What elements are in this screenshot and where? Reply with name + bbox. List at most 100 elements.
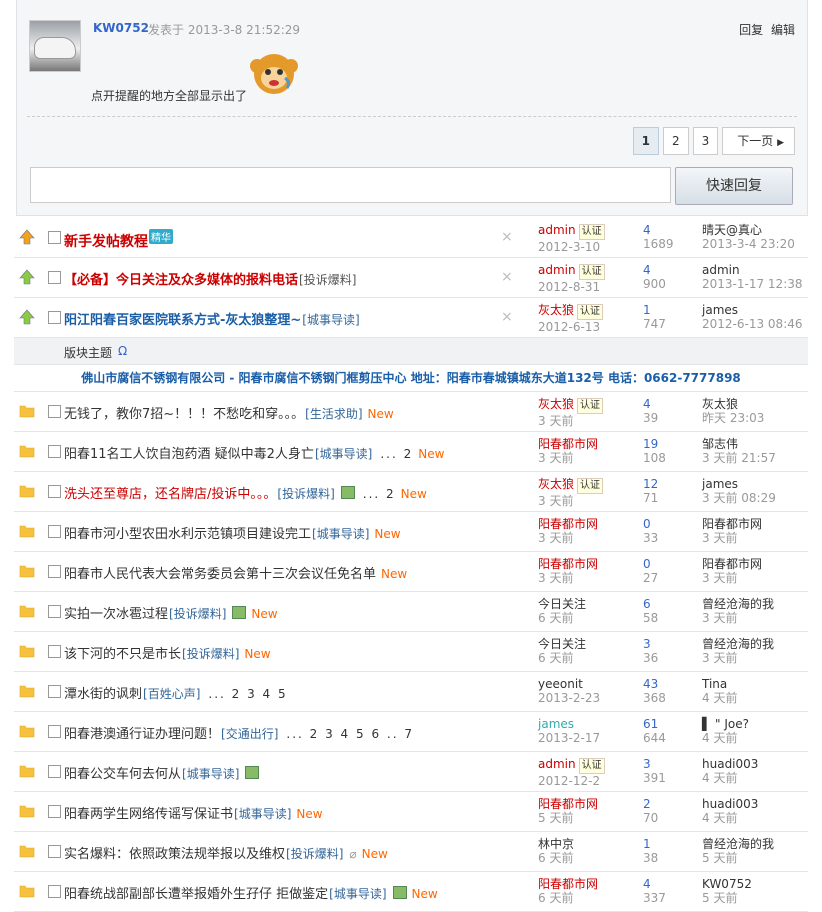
refresh-icon[interactable]: Ω	[118, 344, 127, 358]
author-name[interactable]: 灰太狼	[538, 397, 574, 411]
post-author[interactable]: KW0752	[93, 21, 149, 35]
next-page-button[interactable]: 下一页 ▶	[722, 127, 795, 155]
thread-type-link[interactable]: [交通出行]	[221, 727, 278, 741]
reply-count[interactable]: 1	[643, 303, 651, 317]
row-checkbox[interactable]	[48, 525, 61, 538]
thread-title-link[interactable]: 阳春市人民代表大会常务委员会第十三次会议任免名单	[64, 567, 376, 582]
author-name[interactable]: 今日关注	[538, 597, 586, 611]
last-post-time[interactable]: 4 天前	[702, 691, 737, 705]
thread-type-link[interactable]: [百姓心声]	[143, 687, 200, 701]
last-post-user[interactable]: huadi003	[702, 797, 758, 811]
thread-type-link[interactable]: [城事导读]	[315, 447, 372, 461]
page-2[interactable]: 2	[662, 127, 689, 155]
thread-title-link[interactable]: 阳春市河小型农田水利示范镇项目建设完工	[64, 527, 311, 542]
author-name[interactable]: 阳春都市网	[538, 877, 598, 891]
reply-count[interactable]: 3	[643, 757, 651, 771]
last-post-user[interactable]: james	[702, 477, 738, 491]
row-checkbox[interactable]	[48, 725, 61, 738]
edit-link[interactable]: 编辑	[771, 23, 795, 37]
author-name[interactable]: james	[538, 717, 574, 731]
thread-title-link[interactable]: 【必备】今日关注及众多媒体的报料电话	[64, 273, 298, 288]
last-post-time[interactable]: 4 天前	[702, 771, 737, 785]
reply-count[interactable]: 1	[643, 837, 651, 851]
close-icon[interactable]: ×	[501, 309, 513, 325]
reply-count[interactable]: 3	[643, 637, 651, 651]
thread-title-link[interactable]: 实名爆料：依照政策法规举报以及维权	[64, 847, 285, 862]
row-checkbox[interactable]	[48, 685, 61, 698]
last-post-user[interactable]: KW0752	[702, 877, 752, 891]
author-name[interactable]: 阳春都市网	[538, 517, 598, 531]
reply-count[interactable]: 61	[643, 717, 658, 731]
thread-title-link[interactable]: 阳春11名工人饮自泡药酒 疑似中毒2人身亡	[64, 447, 314, 462]
last-post-user[interactable]: 阳春都市网	[702, 557, 762, 571]
ad-banner[interactable]: 佛山市腐信不锈钢有限公司 - 阳春市腐信不锈钢门框剪压中心 地址：阳春市春城镇城…	[14, 365, 808, 392]
author-name[interactable]: 阳春都市网	[538, 437, 598, 451]
thread-title-link[interactable]: 新手发帖教程	[64, 234, 148, 250]
row-checkbox[interactable]	[48, 445, 61, 458]
quick-reply-button[interactable]: 快速回复	[675, 167, 793, 205]
thread-title-link[interactable]: 实拍一次冰雹过程	[64, 607, 168, 622]
last-post-time[interactable]: 2013-3-4 23:20	[702, 237, 795, 251]
last-post-time[interactable]: 3 天前	[702, 611, 737, 625]
thread-title-link[interactable]: 潭水街的讽刺	[64, 687, 142, 702]
last-post-time[interactable]: 5 天前	[702, 851, 737, 865]
reply-count[interactable]: 4	[643, 877, 651, 891]
thread-type-link[interactable]: [城事导读]	[302, 313, 359, 327]
thread-type-link[interactable]: [投诉爆料]	[286, 847, 343, 861]
thread-type-link[interactable]: [投诉爆料]	[169, 607, 226, 621]
reply-count[interactable]: 2	[643, 797, 651, 811]
last-post-user[interactable]: huadi003	[702, 757, 758, 771]
row-checkbox[interactable]	[48, 271, 61, 284]
thread-type-link[interactable]: [城事导读]	[312, 527, 369, 541]
avatar[interactable]	[29, 20, 81, 72]
row-checkbox[interactable]	[48, 405, 61, 418]
thread-page-links[interactable]: ... 2 3 4 5	[208, 687, 287, 701]
thread-type-link[interactable]: [生活求助]	[305, 407, 362, 421]
reply-count[interactable]: 4	[643, 223, 651, 237]
last-post-time[interactable]: 3 天前	[702, 531, 737, 545]
last-post-user[interactable]: 灰太狼	[702, 397, 738, 411]
thread-title-link[interactable]: 洗头还至尊店，还名牌店/投诉中。。。	[64, 487, 276, 502]
author-name[interactable]: admin	[538, 263, 576, 277]
page-1[interactable]: 1	[632, 127, 659, 155]
last-post-user[interactable]: 曾经沧海的我	[702, 637, 774, 651]
reply-count[interactable]: 19	[643, 437, 658, 451]
reply-count[interactable]: 0	[643, 557, 651, 571]
last-post-user[interactable]: 邹志伟	[702, 437, 738, 451]
last-post-time[interactable]: 3 天前 08:29	[702, 491, 776, 505]
thread-page-links[interactable]: ... 2	[380, 447, 413, 461]
close-icon[interactable]: ×	[501, 269, 513, 285]
last-post-time[interactable]: 2013-1-17 12:38	[702, 277, 803, 291]
thread-type-link[interactable]: [城事导读]	[329, 887, 386, 901]
last-post-user[interactable]: james	[702, 303, 738, 317]
last-post-time[interactable]: 4 天前	[702, 811, 737, 825]
row-checkbox[interactable]	[48, 765, 61, 778]
last-post-user[interactable]: 曾经沧海的我	[702, 837, 774, 851]
author-name[interactable]: 灰太狼	[538, 477, 574, 491]
author-name[interactable]: admin	[538, 223, 576, 237]
thread-page-links[interactable]: ... 2 3 4 5 6 .. 7	[286, 727, 414, 741]
thread-title-link[interactable]: 阳春统战部副部长遭举报婚外生孖仔 拒做鉴定	[64, 887, 328, 902]
last-post-time[interactable]: 5 天前	[702, 891, 737, 905]
author-name[interactable]: 林中京	[538, 837, 574, 851]
author-name[interactable]: admin	[538, 757, 576, 771]
thread-type-link[interactable]: [投诉爆料]	[182, 647, 239, 661]
thread-type-link[interactable]: [城事导读]	[234, 807, 291, 821]
thread-title-link[interactable]: 该下河的不只是市长	[64, 647, 181, 662]
last-post-time[interactable]: 3 天前	[702, 651, 737, 665]
row-checkbox[interactable]	[48, 565, 61, 578]
reply-link[interactable]: 回复	[739, 23, 763, 37]
reply-count[interactable]: 4	[643, 397, 651, 411]
row-checkbox[interactable]	[48, 845, 61, 858]
thread-title-link[interactable]: 阳江阳春百家医院联系方式-灰太狼整理~	[64, 313, 301, 328]
reply-count[interactable]: 0	[643, 517, 651, 531]
last-post-time[interactable]: 4 天前	[702, 731, 737, 745]
author-name[interactable]: 阳春都市网	[538, 797, 598, 811]
author-name[interactable]: yeeonit	[538, 677, 583, 691]
author-name[interactable]: 灰太狼	[538, 303, 574, 317]
author-name[interactable]: 阳春都市网	[538, 557, 598, 571]
row-checkbox[interactable]	[48, 485, 61, 498]
row-checkbox[interactable]	[48, 311, 61, 324]
row-checkbox[interactable]	[48, 231, 61, 244]
close-icon[interactable]: ×	[501, 229, 513, 245]
